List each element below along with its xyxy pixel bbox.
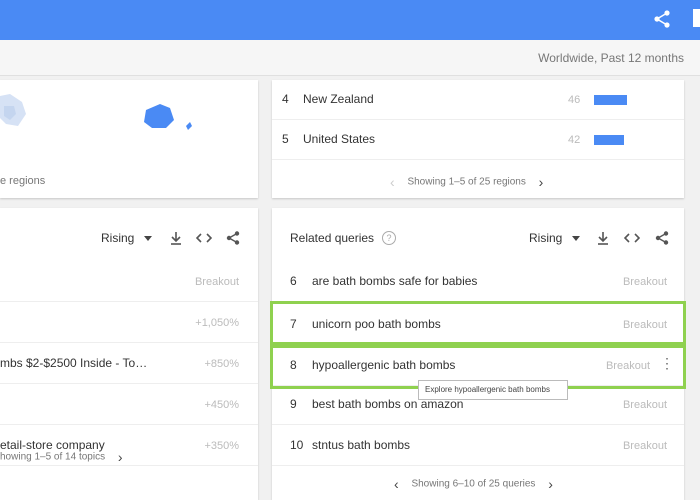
chevron-left-icon[interactable]: ‹ bbox=[394, 476, 399, 492]
topics-select-value: Rising bbox=[101, 231, 135, 245]
map-regions-link[interactable]: e regions bbox=[0, 175, 45, 187]
regions-pager: ‹ Showing 1–5 of 25 regions › bbox=[390, 174, 543, 190]
download-icon[interactable] bbox=[168, 230, 184, 246]
topic-row[interactable]: Breakout bbox=[0, 261, 258, 302]
chevron-right-icon[interactable]: › bbox=[548, 476, 553, 492]
topics-pager-text: howing 1–5 of 14 topics bbox=[0, 451, 106, 463]
queries-pager: ‹ Showing 6–10 of 25 queries › bbox=[394, 476, 553, 492]
related-queries-title: Related queries bbox=[290, 231, 375, 245]
more-vert-icon[interactable]: ⋮ bbox=[660, 355, 674, 372]
region-name: New Zealand bbox=[303, 92, 374, 106]
queries-pager-text: Showing 6–10 of 25 queries bbox=[411, 478, 536, 490]
query-row[interactable]: 7 unicorn poo bath bombs Breakout bbox=[270, 301, 686, 348]
query-rank: 6 bbox=[290, 274, 297, 288]
regions-pager-text: Showing 1–5 of 25 regions bbox=[407, 176, 526, 188]
download-icon[interactable] bbox=[595, 230, 611, 246]
topic-row[interactable]: +1,050% bbox=[0, 302, 258, 343]
filter-bar: Worldwide, Past 12 months bbox=[0, 40, 700, 76]
query-row[interactable]: 10 stntus bath bombs Breakout bbox=[272, 425, 684, 466]
queries-rising-select[interactable]: Rising bbox=[529, 231, 581, 245]
topics-pager: howing 1–5 of 14 topics › bbox=[0, 449, 123, 465]
topic-value: +450% bbox=[204, 399, 239, 411]
query-value: Breakout bbox=[622, 399, 667, 411]
topic-row[interactable]: mbs $2-$2500 Inside - To… +850% bbox=[0, 343, 258, 384]
region-value: 46 bbox=[568, 94, 581, 106]
share-icon[interactable] bbox=[225, 230, 241, 246]
queries-select-value: Rising bbox=[529, 231, 563, 245]
topic-value: +350% bbox=[204, 440, 239, 452]
query-rank: 9 bbox=[290, 397, 297, 411]
region-row[interactable]: 5 United States 42 bbox=[272, 120, 684, 160]
topic-value: Breakout bbox=[194, 276, 239, 288]
query-text: are bath bombs safe for babies bbox=[312, 274, 478, 288]
region-name: United States bbox=[303, 132, 376, 146]
explore-tooltip: Explore hypoallergenic bath bombs bbox=[418, 380, 568, 400]
query-value: Breakout bbox=[622, 440, 667, 452]
topic-row[interactable]: +450% bbox=[0, 384, 258, 425]
chevron-left-icon[interactable]: ‹ bbox=[390, 174, 395, 190]
help-icon[interactable]: ? bbox=[382, 231, 396, 245]
query-value: Breakout bbox=[622, 319, 667, 331]
share-icon[interactable] bbox=[654, 230, 670, 246]
query-rank: 7 bbox=[290, 317, 297, 331]
caret-down-icon bbox=[144, 236, 153, 242]
topic-value: +1,050% bbox=[195, 317, 239, 329]
location-time-filter[interactable]: Worldwide, Past 12 months bbox=[538, 51, 684, 65]
query-rank: 10 bbox=[290, 438, 304, 452]
related-queries-card: Related queries ? Rising 6 are bath bomb… bbox=[270, 208, 686, 500]
region-bar bbox=[594, 95, 627, 105]
related-topics-card: Rising Breakout +1,050% mbs $2-$2500 Ins… bbox=[0, 208, 258, 500]
topic-value: +850% bbox=[204, 358, 239, 370]
map-card: e regions bbox=[0, 80, 258, 198]
share-icon[interactable] bbox=[652, 9, 672, 29]
regions-card: 4 New Zealand 46 5 United States 42 ‹ Sh… bbox=[272, 80, 684, 198]
query-text: unicorn poo bath bombs bbox=[312, 317, 441, 331]
topics-rising-select[interactable]: Rising bbox=[101, 231, 153, 245]
query-value: Breakout bbox=[605, 360, 650, 372]
chevron-right-icon[interactable]: › bbox=[539, 174, 544, 190]
query-text: stntus bath bombs bbox=[312, 438, 411, 452]
bookmark-icon[interactable] bbox=[693, 9, 700, 27]
region-rank: 5 bbox=[282, 132, 289, 146]
top-bar bbox=[0, 0, 700, 40]
region-bar bbox=[594, 135, 624, 145]
query-value: Breakout bbox=[622, 276, 667, 288]
embed-code-icon[interactable] bbox=[196, 230, 212, 246]
topic-text: mbs $2-$2500 Inside - To… bbox=[0, 356, 148, 370]
region-rank: 4 bbox=[282, 92, 289, 106]
world-map[interactable] bbox=[0, 84, 200, 144]
embed-code-icon[interactable] bbox=[624, 230, 640, 246]
region-value: 42 bbox=[568, 134, 581, 146]
chevron-right-icon[interactable]: › bbox=[118, 449, 123, 465]
query-row[interactable]: 6 are bath bombs safe for babies Breakou… bbox=[272, 261, 684, 302]
region-row[interactable]: 4 New Zealand 46 bbox=[272, 80, 684, 120]
query-text: hypoallergenic bath bombs bbox=[312, 358, 456, 372]
caret-down-icon bbox=[572, 236, 581, 242]
query-rank: 8 bbox=[290, 358, 297, 372]
